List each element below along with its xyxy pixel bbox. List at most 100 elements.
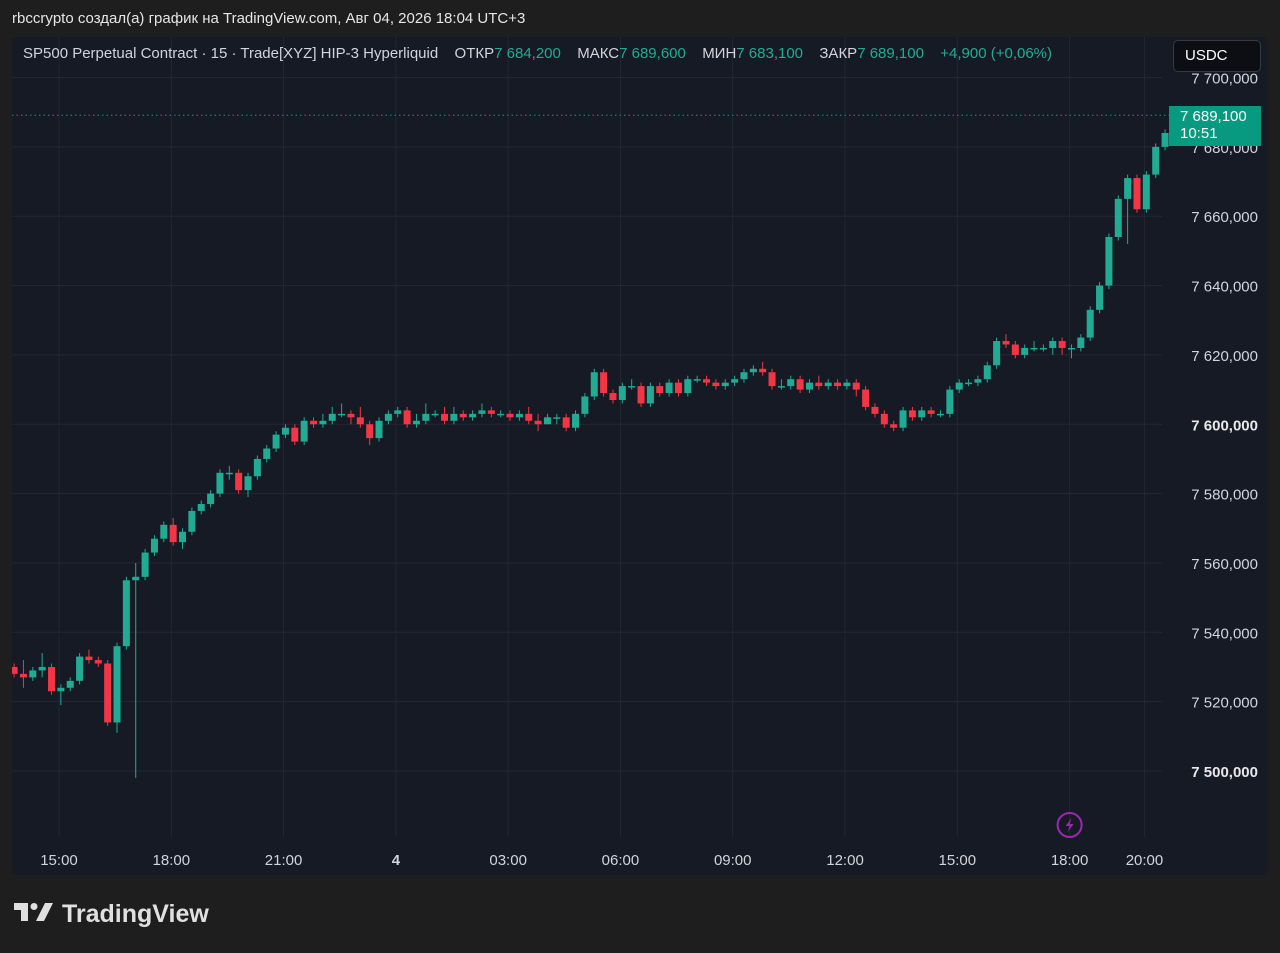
candle-body (338, 413, 346, 416)
candle-body (843, 382, 851, 387)
candle-body (1142, 174, 1150, 210)
x-tick-label: 18:00 (1051, 852, 1089, 869)
candle-body (291, 427, 299, 442)
candle-body (1011, 344, 1019, 355)
publisher-line: rbccrypto создал(а) график на TradingVie… (12, 10, 526, 27)
candle-body (899, 410, 907, 428)
low-label: МИН (702, 45, 737, 62)
brand-name: TradingView (62, 900, 209, 928)
candle-body (76, 656, 84, 681)
candle-body (235, 472, 243, 491)
candle-body (731, 379, 739, 383)
candle-body (244, 476, 252, 491)
candle-body (207, 493, 215, 505)
candle-body (263, 448, 271, 459)
candle-body (936, 413, 944, 416)
candle-body (993, 341, 1001, 366)
y-tick-label: 7 660,000 (1191, 209, 1258, 226)
x-tick-label: 20:00 (1126, 852, 1164, 869)
candle-body (85, 656, 93, 661)
candle-body (862, 389, 870, 407)
y-tick-label: 7 620,000 (1191, 348, 1258, 365)
candle-body (300, 420, 308, 442)
candle-body (281, 427, 289, 435)
last-price-tag: 7 689,100 10:51 (1169, 106, 1261, 146)
candle-body (169, 524, 177, 543)
candle-body (122, 580, 130, 647)
candle-body (1002, 341, 1010, 345)
y-tick-label: 7 580,000 (1191, 487, 1258, 504)
candle-body (57, 687, 65, 692)
candle-body (768, 372, 776, 387)
chart-panel[interactable]: 7 700,000 7 680,000 7 660,000 7 640,000 7 62… (12, 37, 1267, 875)
candle-body (581, 396, 589, 414)
bar-countdown: 10:51 (1180, 125, 1218, 142)
candle-body (366, 424, 374, 439)
candle-body (403, 410, 411, 425)
candle-body (487, 410, 495, 414)
candle-body (805, 382, 813, 390)
candle-body (497, 413, 505, 416)
candle-body (609, 393, 617, 400)
candle-body (955, 382, 963, 390)
candle-body (815, 382, 823, 387)
candle-body (787, 379, 795, 387)
candle-body (141, 552, 149, 577)
candle-body (880, 413, 888, 425)
candle-body (1096, 285, 1104, 310)
candle-body (66, 680, 74, 688)
candle-body (48, 666, 56, 692)
candle-body (1039, 347, 1047, 350)
candle-body (590, 372, 598, 397)
candle-body (29, 670, 37, 678)
candle-body (562, 417, 570, 428)
candle-body (225, 472, 233, 475)
candle-body (38, 666, 46, 671)
x-tick-label: 03:00 (489, 852, 527, 869)
candle-body (1124, 178, 1132, 199)
candle-body (628, 386, 636, 388)
candle-body (871, 406, 879, 414)
candle-body (1161, 132, 1169, 147)
candle-body (19, 673, 27, 678)
candle-body (946, 389, 954, 414)
symbol-title[interactable]: SP500 Perpetual Contract · 15 · Trade[XY… (23, 45, 438, 62)
candle-body (12, 666, 18, 674)
x-tick-label: 18:00 (153, 852, 191, 869)
y-tick-label: 7 600,000 (1191, 417, 1258, 434)
candlestick-chart[interactable]: 7 700,0007 680,0007 660,0007 640,0007 62… (12, 37, 1267, 875)
candle-body (674, 382, 682, 394)
candle-body (1021, 347, 1029, 355)
candle-body (478, 410, 486, 414)
candle-body (908, 410, 916, 418)
candle-body (384, 413, 392, 421)
x-tick-label: 09:00 (714, 852, 752, 869)
change-value: +4,900 (+0,06%) (940, 45, 1053, 62)
y-tick-label: 7 520,000 (1191, 695, 1258, 712)
candle-body (534, 420, 542, 425)
candle-body (983, 365, 991, 380)
high-label: МАКС (577, 45, 620, 62)
low-value: 7 683,100 (736, 45, 804, 62)
candle-body (150, 538, 158, 553)
x-tick-label: 06:00 (602, 852, 640, 869)
candle-body (618, 386, 626, 400)
candle-body (525, 413, 533, 421)
candle-body (1133, 178, 1141, 210)
candle-body (253, 458, 261, 477)
candle-body (197, 504, 205, 511)
close-label: ЗАКР (819, 45, 858, 62)
candle-body (834, 382, 842, 387)
candle-body (459, 413, 467, 418)
candle-body (600, 372, 608, 394)
candle-body (852, 382, 860, 390)
candle-body (740, 372, 748, 380)
x-tick-label: 4 (392, 852, 401, 869)
tradingview-logo[interactable]: TradingView (14, 900, 209, 929)
candle-body (272, 434, 280, 449)
candle-body (1105, 237, 1113, 286)
candle-body (113, 646, 121, 723)
currency-button[interactable]: USDC (1173, 40, 1261, 72)
candle-body (759, 368, 767, 373)
candle-body (132, 576, 140, 581)
